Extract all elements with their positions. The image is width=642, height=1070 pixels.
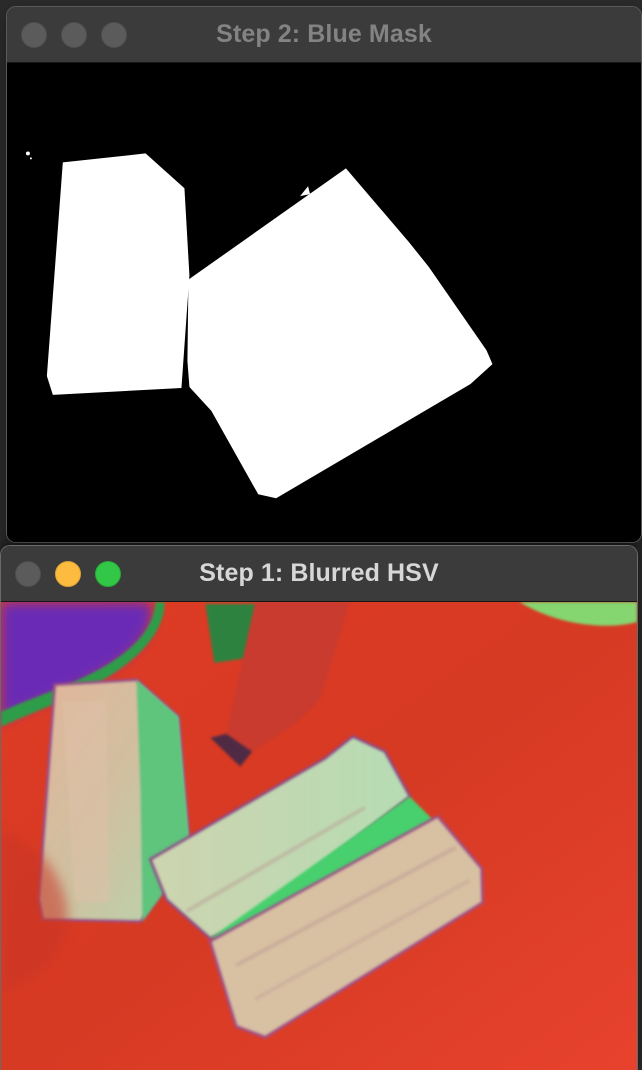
- zoom-icon[interactable]: [101, 21, 127, 48]
- close-icon[interactable]: [15, 560, 41, 587]
- window-title: Step 2: Blue Mask: [216, 20, 432, 48]
- blurred-hsv-window[interactable]: Step 1: Blurred HSV: [0, 545, 638, 1070]
- mask-blob-left: [46, 153, 190, 395]
- minimize-icon[interactable]: [55, 560, 81, 587]
- blue-mask-window[interactable]: Step 2: Blue Mask: [6, 6, 642, 543]
- window-controls: [15, 546, 121, 601]
- window-title: Step 1: Blurred HSV: [199, 559, 439, 587]
- blue-mask-titlebar[interactable]: Step 2: Blue Mask: [7, 7, 641, 63]
- blurred-hsv-titlebar[interactable]: Step 1: Blurred HSV: [1, 546, 637, 602]
- zoom-icon[interactable]: [95, 560, 121, 587]
- minimize-icon[interactable]: [61, 21, 87, 48]
- close-icon[interactable]: [21, 21, 47, 48]
- mask-speckle: [29, 157, 32, 160]
- window-controls: [21, 7, 127, 62]
- mask-speckle: [25, 151, 30, 156]
- mask-canvas: [7, 63, 641, 542]
- blue-mask-image: [7, 63, 641, 542]
- hsv-canvas: [1, 602, 637, 1070]
- blurred-hsv-image: [1, 602, 637, 1070]
